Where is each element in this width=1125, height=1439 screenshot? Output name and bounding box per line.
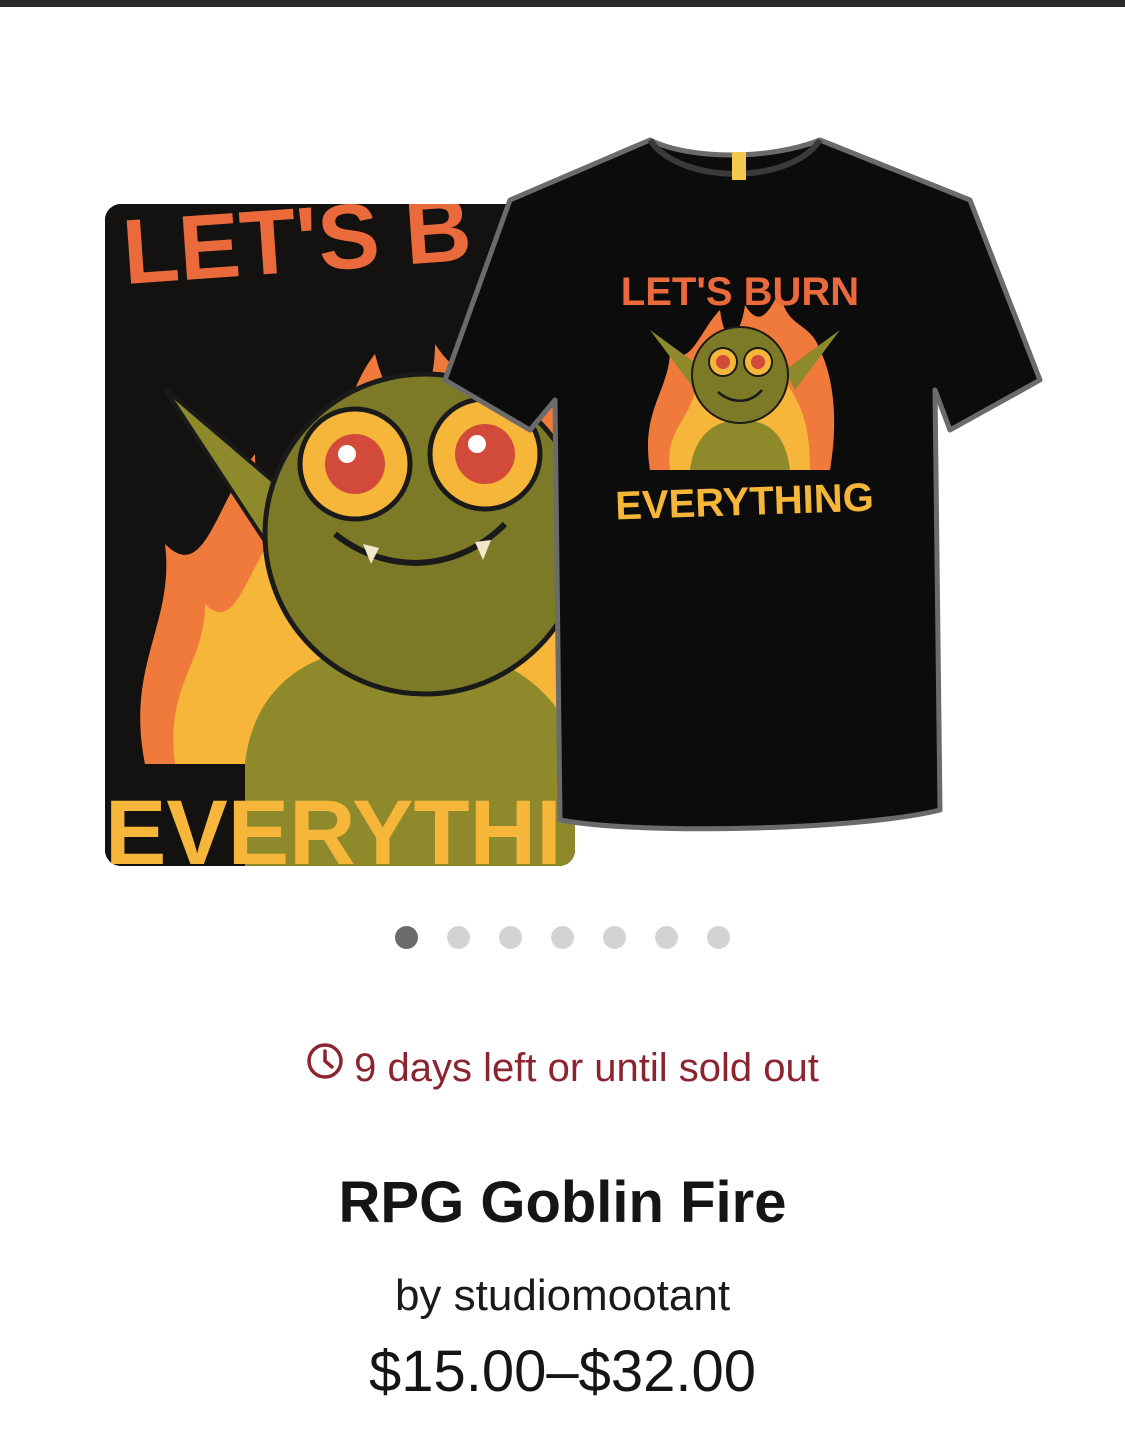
price-range: $15.00–$32.00 [368,1339,757,1404]
product-image-gallery[interactable]: LET'S B EVERYTHI LET'S BURN EVERYTHING [0,100,1125,866]
tshirt-mockup-image[interactable]: LET'S BURN EVERYTHING [440,130,1050,840]
product-page: LET'S B EVERYTHI LET'S BURN EVERYTHING 9… [0,0,1125,1439]
shirt-tag [732,152,746,180]
product-title: RPG Goblin Fire [338,1170,787,1235]
clock-icon [306,1039,344,1095]
top-divider [0,0,1125,7]
carousel-dot-4[interactable] [551,926,574,949]
carousel-dot-6[interactable] [655,926,678,949]
deadline-notice: 9 days left or until sold out [0,1040,1125,1096]
carousel-dot-7[interactable] [707,926,730,949]
carousel-pagination [0,926,1125,952]
deadline-text: 9 days left or until sold out [354,1046,819,1090]
shirt-text-top: LET'S BURN [621,270,859,314]
carousel-dot-5[interactable] [603,926,626,949]
carousel-dot-1[interactable] [395,926,418,949]
shirt-text-bottom: EVERYTHING [615,476,875,529]
artist-link[interactable]: by studiomootant [0,1268,1125,1324]
carousel-dot-3[interactable] [499,926,522,949]
carousel-dot-2[interactable] [447,926,470,949]
